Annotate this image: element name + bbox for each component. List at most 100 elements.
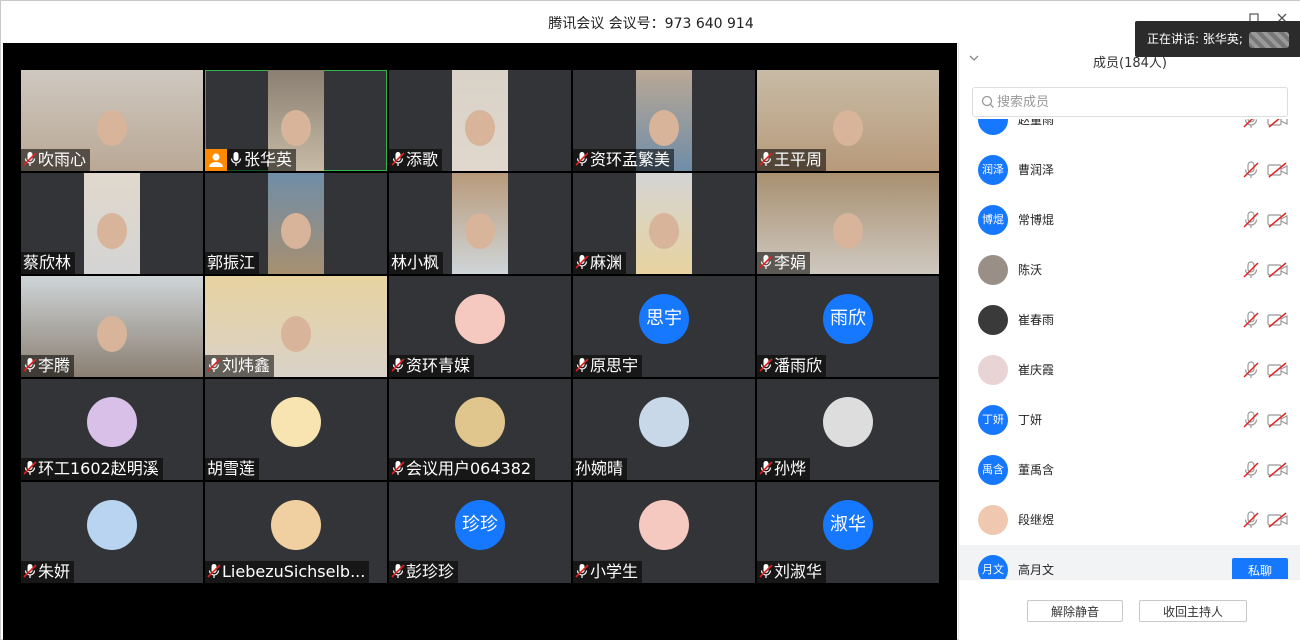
video-tile[interactable]: 郭振江 (205, 173, 387, 274)
participant-name: 资环青媒 (406, 356, 471, 375)
avatar: 雨欣 (823, 294, 873, 344)
video-tile[interactable]: 朱妍 (21, 482, 203, 583)
video-tile[interactable]: 会议用户064382 (389, 379, 571, 480)
camera-off-icon[interactable] (1267, 119, 1289, 128)
mic-muted-icon (759, 460, 773, 476)
member-row[interactable]: 博焜 常博焜 (959, 195, 1300, 245)
camera-off-icon[interactable] (1267, 412, 1289, 428)
video-tile[interactable]: 吹雨心 (21, 70, 203, 171)
mic-muted-icon (23, 357, 37, 373)
member-search-box[interactable] (972, 87, 1288, 117)
participant-label: 林小枫 (389, 252, 444, 274)
member-row[interactable]: 禹含 董禹含 (959, 445, 1300, 495)
mic-muted-icon[interactable] (1243, 461, 1259, 479)
video-tile[interactable]: 蔡欣林 (21, 173, 203, 274)
video-tile[interactable]: LiebezuSichselb... (205, 482, 387, 583)
video-tile[interactable]: 资环孟繁美 (573, 70, 755, 171)
member-row[interactable]: 陈沃 (959, 245, 1300, 295)
mic-muted-icon (391, 460, 405, 476)
participant-label: 张华英 (227, 149, 297, 171)
video-tile[interactable]: 孙烨 (757, 379, 939, 480)
participant-name: 小学生 (590, 562, 639, 581)
mic-muted-icon[interactable] (1243, 119, 1259, 129)
search-input[interactable] (997, 92, 1277, 112)
video-tile[interactable]: 麻渊 (573, 173, 755, 274)
participant-label: 资环青媒 (389, 355, 475, 377)
camera-off-icon[interactable] (1267, 212, 1289, 228)
member-list[interactable]: 赵量雨 润泽 曹润泽 博焜 常博焜 陈沃崔春雨崔庆霞 丁妍 丁妍 禹含 董禹含 段继煜 月文 高月文 私聊 (959, 119, 1300, 579)
mic-muted-icon (575, 151, 589, 167)
participant-name: 孙婉晴 (575, 459, 624, 478)
video-tile[interactable]: 孙婉晴 (573, 379, 755, 480)
video-tile[interactable]: 添歌 (389, 70, 571, 171)
video-tile[interactable]: 淑华 刘淑华 (757, 482, 939, 583)
mic-muted-icon[interactable] (1243, 361, 1259, 379)
member-row[interactable]: 赵量雨 (959, 119, 1300, 145)
camera-feed (452, 70, 508, 171)
participant-name: 蔡欣林 (23, 253, 72, 272)
video-tile[interactable]: 王平周 (757, 70, 939, 171)
private-chat-button[interactable]: 私聊 (1232, 558, 1288, 579)
camera-off-icon[interactable] (1267, 362, 1289, 378)
member-row[interactable]: 崔春雨 (959, 295, 1300, 345)
video-tile[interactable]: 环工1602赵明溪 (21, 379, 203, 480)
mic-muted-icon[interactable] (1243, 311, 1259, 329)
member-row[interactable]: 丁妍 丁妍 (959, 395, 1300, 445)
video-tile[interactable]: 胡雪莲 (205, 379, 387, 480)
participant-name: 麻渊 (590, 253, 623, 272)
avatar: 淑华 (823, 500, 873, 550)
participant-name: 添歌 (406, 150, 439, 169)
mic-muted-icon[interactable] (1243, 411, 1259, 429)
video-tile[interactable]: 李娟 (757, 173, 939, 274)
member-row[interactable]: 崔庆霞 (959, 345, 1300, 395)
participant-name: 资环孟繁美 (590, 150, 671, 169)
mic-muted-icon (207, 357, 221, 373)
camera-off-icon[interactable] (1267, 162, 1289, 178)
participant-name: 孙烨 (774, 459, 807, 478)
video-tile[interactable]: 珍珍 彭珍珍 (389, 482, 571, 583)
member-name: 曹润泽 (1018, 163, 1055, 177)
video-tile[interactable]: 资环青媒 (389, 276, 571, 377)
avatar (455, 397, 505, 447)
participant-name: 刘炜鑫 (222, 356, 271, 375)
camera-off-icon[interactable] (1267, 262, 1289, 278)
video-tile[interactable]: 林小枫 (389, 173, 571, 274)
participant-label: 吹雨心 (21, 149, 91, 171)
video-tile[interactable]: 李腾 (21, 276, 203, 377)
avatar: 博焜 (978, 205, 1008, 235)
mic-muted-icon[interactable] (1243, 211, 1259, 229)
mic-muted-icon[interactable] (1243, 161, 1259, 179)
member-row[interactable]: 月文 高月文 私聊 (959, 545, 1300, 579)
member-name: 崔春雨 (1018, 313, 1055, 327)
title-bar: 腾讯会议 会议号：973 640 914 (1, 1, 1300, 43)
mic-muted-icon (575, 254, 589, 270)
avatar (978, 505, 1008, 535)
participant-name: 林小枫 (391, 253, 440, 272)
camera-feed (452, 173, 508, 274)
member-row[interactable]: 润泽 曹润泽 (959, 145, 1300, 195)
camera-off-icon[interactable] (1267, 512, 1289, 528)
video-tile[interactable]: 张华英 (205, 70, 387, 171)
participant-face (833, 213, 863, 250)
participant-name: 原思宇 (590, 356, 639, 375)
mic-muted-icon[interactable] (1243, 511, 1259, 529)
member-row[interactable]: 段继煜 (959, 495, 1300, 545)
participant-label: 蔡欣林 (21, 252, 76, 274)
video-tile[interactable]: 小学生 (573, 482, 755, 583)
mic-muted-icon[interactable] (1243, 261, 1259, 279)
reclaim-host-button[interactable]: 收回主持人 (1139, 600, 1247, 622)
video-tile[interactable]: 刘炜鑫 (205, 276, 387, 377)
unmute-all-button[interactable]: 解除静音 (1027, 600, 1123, 622)
member-name: 董禹含 (1018, 463, 1055, 477)
participant-label: 李腾 (21, 355, 75, 377)
camera-off-icon[interactable] (1267, 462, 1289, 478)
participant-name: 王平周 (774, 150, 823, 169)
avatar (639, 500, 689, 550)
video-tile[interactable]: 思宇 原思宇 (573, 276, 755, 377)
participant-label: 彭珍珍 (389, 561, 459, 583)
participant-name: 郭振江 (207, 253, 256, 272)
video-tile[interactable]: 雨欣 潘雨欣 (757, 276, 939, 377)
camera-off-icon[interactable] (1267, 312, 1289, 328)
participant-name: 吹雨心 (38, 150, 87, 169)
participant-label: 胡雪莲 (205, 458, 260, 480)
